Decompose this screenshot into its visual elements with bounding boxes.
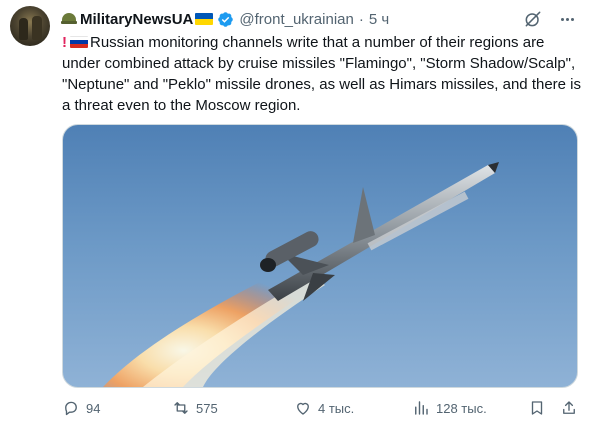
- tweet-text: ! Russian monitoring channels write that …: [62, 32, 582, 116]
- more-options-icon[interactable]: [556, 8, 578, 30]
- ukraine-flag-icon: [195, 13, 214, 25]
- grok-icon[interactable]: [523, 9, 543, 29]
- tweet-image[interactable]: [62, 124, 578, 388]
- tweet-body: Russian monitoring channels write that a…: [62, 34, 582, 114]
- russia-flag-icon: [70, 36, 88, 48]
- repost-count: 575: [196, 400, 218, 416]
- reply-button[interactable]: 94: [62, 396, 100, 420]
- timestamp[interactable]: 5 ч: [369, 11, 389, 28]
- avatar-figure: [32, 16, 42, 40]
- bookmark-button[interactable]: [528, 396, 552, 420]
- share-icon: [563, 401, 575, 414]
- repost-button[interactable]: 575: [172, 396, 218, 420]
- author-handle[interactable]: @front_ukrainian: [239, 11, 353, 28]
- missile-photo: [103, 162, 499, 387]
- like-button[interactable]: 4 тыс.: [294, 396, 354, 420]
- tweet-header: MilitaryNewsUA @front_ukrainian · 5 ч: [61, 8, 583, 30]
- bookmark-icon: [531, 401, 543, 415]
- avatar[interactable]: [10, 6, 50, 46]
- reply-count: 94: [86, 400, 101, 416]
- tweet-actions: 94 575 4 тыс. 128 тыс.: [62, 396, 582, 420]
- share-button[interactable]: [560, 396, 584, 420]
- views-count: 128 тыс.: [436, 400, 487, 416]
- exclamation-icon: !: [62, 34, 67, 51]
- reply-icon: [65, 401, 77, 416]
- verified-badge-icon[interactable]: [217, 11, 234, 28]
- avatar-figure: [19, 18, 28, 40]
- helmet-icon: [61, 13, 77, 25]
- display-name[interactable]: MilitaryNewsUA: [80, 11, 193, 28]
- repost-icon: [174, 402, 188, 414]
- views-button[interactable]: 128 тыс.: [412, 396, 487, 420]
- like-count: 4 тыс.: [318, 400, 355, 416]
- separator-dot: ·: [358, 10, 364, 28]
- views-icon: [415, 401, 428, 415]
- heart-icon: [297, 402, 309, 415]
